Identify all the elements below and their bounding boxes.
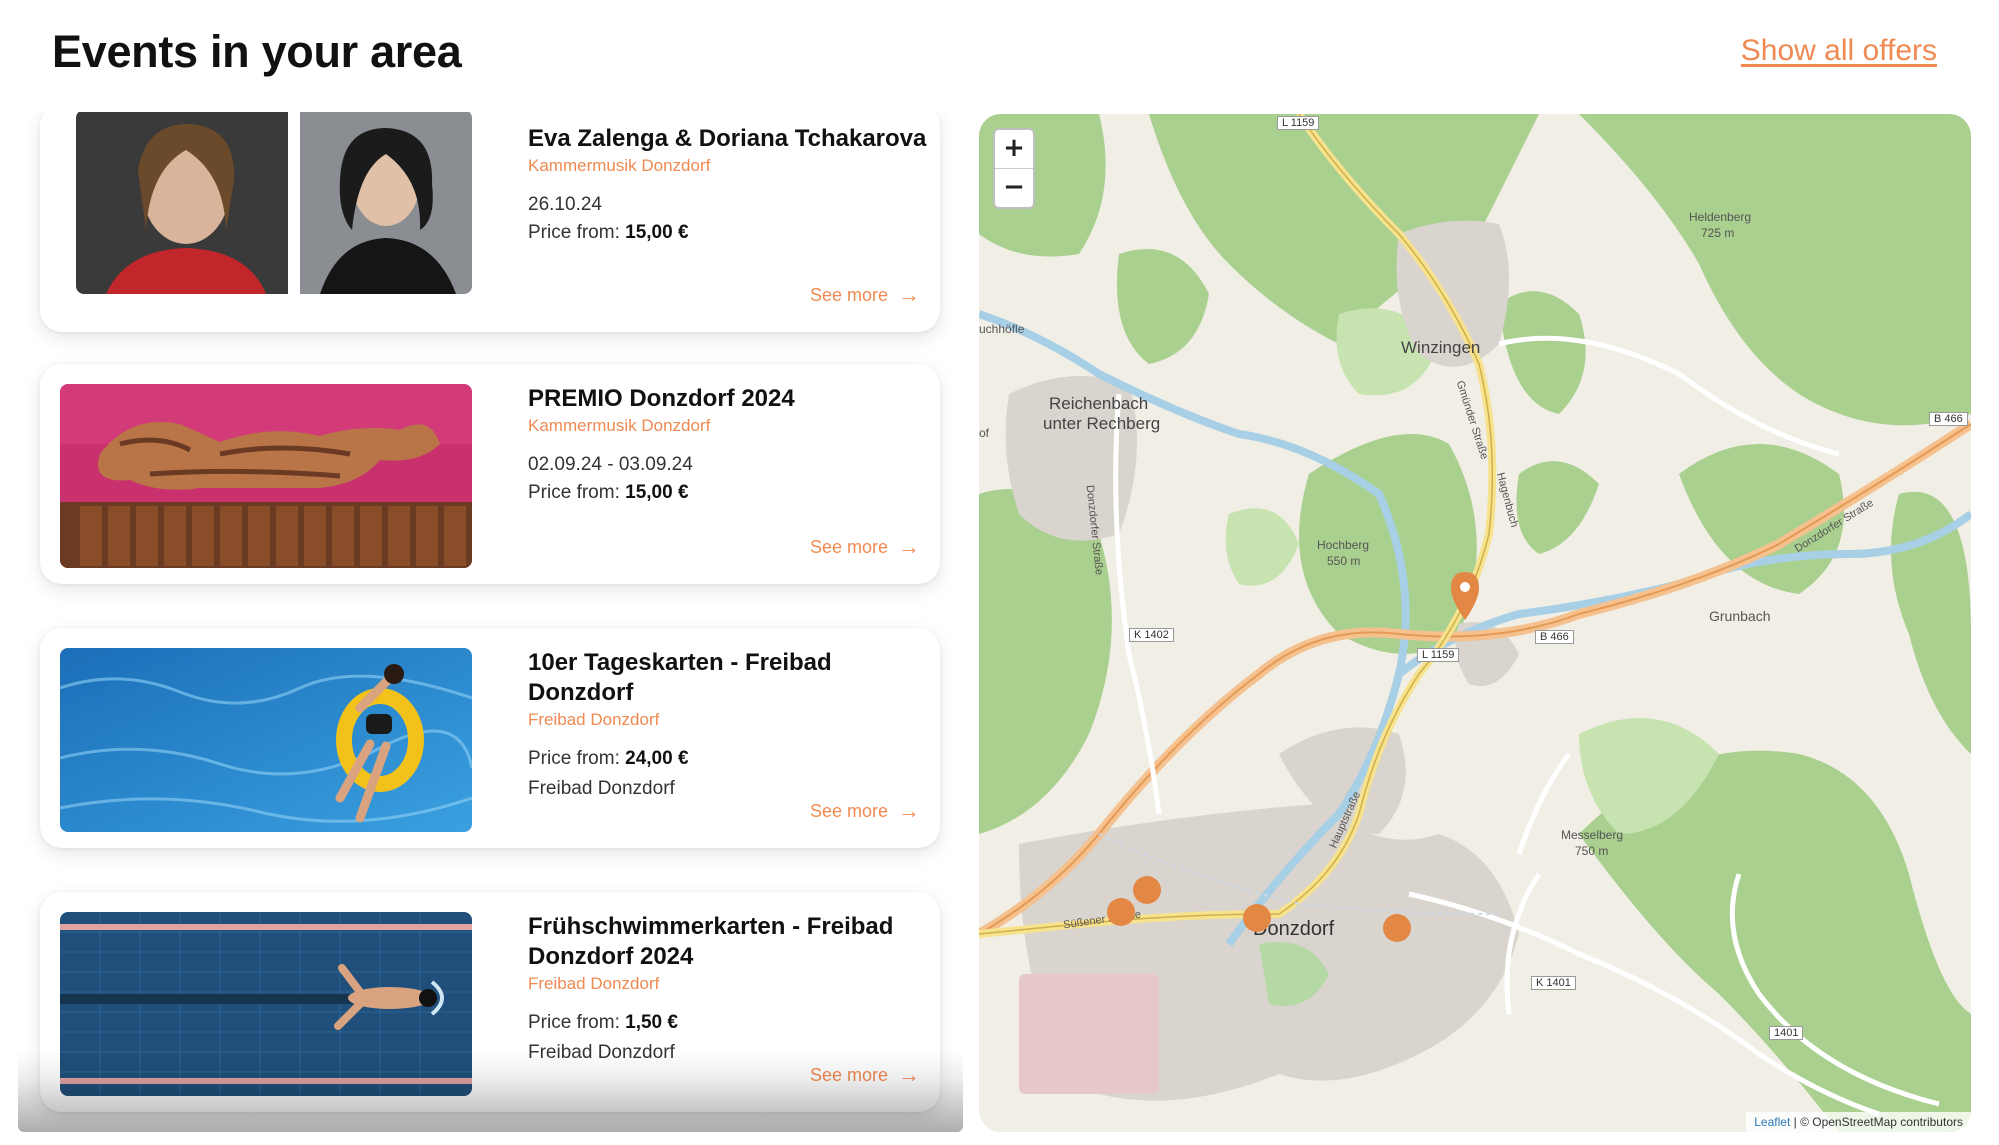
map[interactable]: Winzingen Reichenbach unter Rechberg Don… [979, 114, 1971, 1132]
see-more-link[interactable]: See more → [810, 534, 920, 560]
place-label: unter Rechberg [1043, 414, 1161, 433]
map-pin-icon[interactable] [1449, 570, 1481, 622]
zoom-control: + − [993, 128, 1035, 209]
road-label: B 466 [1929, 412, 1968, 426]
event-card[interactable]: Eva Zalenga & Doriana Tchakarova Kammerm… [40, 112, 940, 332]
price-label: Price from: [528, 482, 620, 503]
road-label: L 1159 [1417, 648, 1460, 662]
arrow-right-icon: → [898, 798, 920, 823]
arrow-right-icon: → [898, 282, 920, 307]
price-value: 24,00 € [625, 748, 689, 769]
event-card[interactable]: 10er Tageskarten - Freibad Donzdorf Frei… [40, 628, 940, 848]
see-more-link[interactable]: See more → [810, 1062, 920, 1088]
price-label: Price from: [528, 748, 620, 769]
map-tiles[interactable] [979, 114, 1971, 1132]
price-label: Price from: [528, 1012, 620, 1033]
map-marker[interactable] [1107, 898, 1135, 926]
place-label: Hochberg [1317, 538, 1370, 552]
place-label: 550 m [1327, 554, 1361, 568]
event-organizer: Kammermusik Donzdorf [528, 416, 711, 435]
price-label: Price from: [528, 222, 620, 243]
event-image [60, 384, 472, 568]
attribution-text: | © OpenStreetMap contributors [1790, 1115, 1963, 1129]
road-label: K 1401 [1531, 976, 1576, 990]
price-value: 15,00 € [625, 222, 689, 243]
event-price: Price from: 24,00 € [528, 746, 928, 772]
event-price: Price from: 15,00 € [528, 220, 928, 246]
event-title[interactable]: Eva Zalenga & Doriana Tchakarova [528, 124, 928, 154]
road-label: K 1402 [1129, 628, 1174, 642]
place-label: of [979, 426, 990, 440]
road-label: B 466 [1535, 630, 1574, 644]
event-title[interactable]: Frühschwimmerkarten - Freibad Donzdorf 2… [528, 912, 928, 972]
event-organizer: Freibad Donzdorf [528, 710, 660, 729]
event-price: Price from: 1,50 € [528, 1010, 928, 1036]
place-label: 725 m [1701, 226, 1735, 240]
price-value: 1,50 € [625, 1012, 678, 1033]
event-price: Price from: 15,00 € [528, 480, 928, 506]
place-label: Grunbach [1709, 608, 1771, 624]
see-more-link[interactable]: See more → [810, 798, 920, 824]
zoom-in-button[interactable]: + [995, 130, 1033, 168]
event-title[interactable]: 10er Tageskarten - Freibad Donzdorf [528, 648, 928, 708]
event-date: 02.09.24 - 03.09.24 [528, 454, 693, 475]
event-organizer: Kammermusik Donzdorf [528, 156, 711, 175]
see-more-label: See more [809, 800, 888, 821]
road-label: 1401 [1769, 1026, 1804, 1040]
place-label: Messelberg [1561, 828, 1624, 842]
place-label: 750 m [1575, 844, 1609, 858]
map-marker[interactable] [1243, 904, 1271, 932]
event-image [76, 112, 472, 294]
show-all-offers-link[interactable]: Show all offers [1741, 34, 1937, 68]
place-label: uchhöfle [979, 322, 1025, 336]
map-attribution: Leaflet | © OpenStreetMap contributors [1746, 1112, 1971, 1132]
event-image [60, 648, 472, 832]
see-more-label: See more [809, 1064, 888, 1085]
event-card[interactable]: PREMIO Donzdorf 2024 Kammermusik Donzdor… [40, 364, 940, 584]
arrow-right-icon: → [898, 1062, 920, 1087]
event-list[interactable]: Eva Zalenga & Doriana Tchakarova Kammerm… [18, 112, 963, 1132]
price-value: 15,00 € [625, 482, 689, 503]
place-label: Winzingen [1401, 338, 1481, 357]
place-label: Heldenberg [1689, 210, 1752, 224]
see-more-label: See more [809, 284, 888, 305]
map-marker[interactable] [1383, 914, 1411, 942]
place-label: Reichenbach [1049, 394, 1149, 413]
arrow-right-icon: → [898, 534, 920, 559]
road-label: L 1159 [1277, 116, 1320, 130]
page-title: Events in your area [52, 26, 462, 77]
see-more-label: See more [809, 536, 888, 557]
event-card[interactable]: Frühschwimmerkarten - Freibad Donzdorf 2… [40, 892, 940, 1112]
zoom-out-button[interactable]: − [995, 168, 1033, 207]
leaflet-link[interactable]: Leaflet [1754, 1115, 1790, 1129]
event-date: 26.10.24 [528, 194, 602, 215]
map-marker[interactable] [1133, 876, 1161, 904]
event-organizer: Freibad Donzdorf [528, 974, 660, 993]
event-image [60, 912, 472, 1096]
event-title[interactable]: PREMIO Donzdorf 2024 [528, 384, 928, 414]
see-more-link[interactable]: See more → [810, 282, 920, 308]
